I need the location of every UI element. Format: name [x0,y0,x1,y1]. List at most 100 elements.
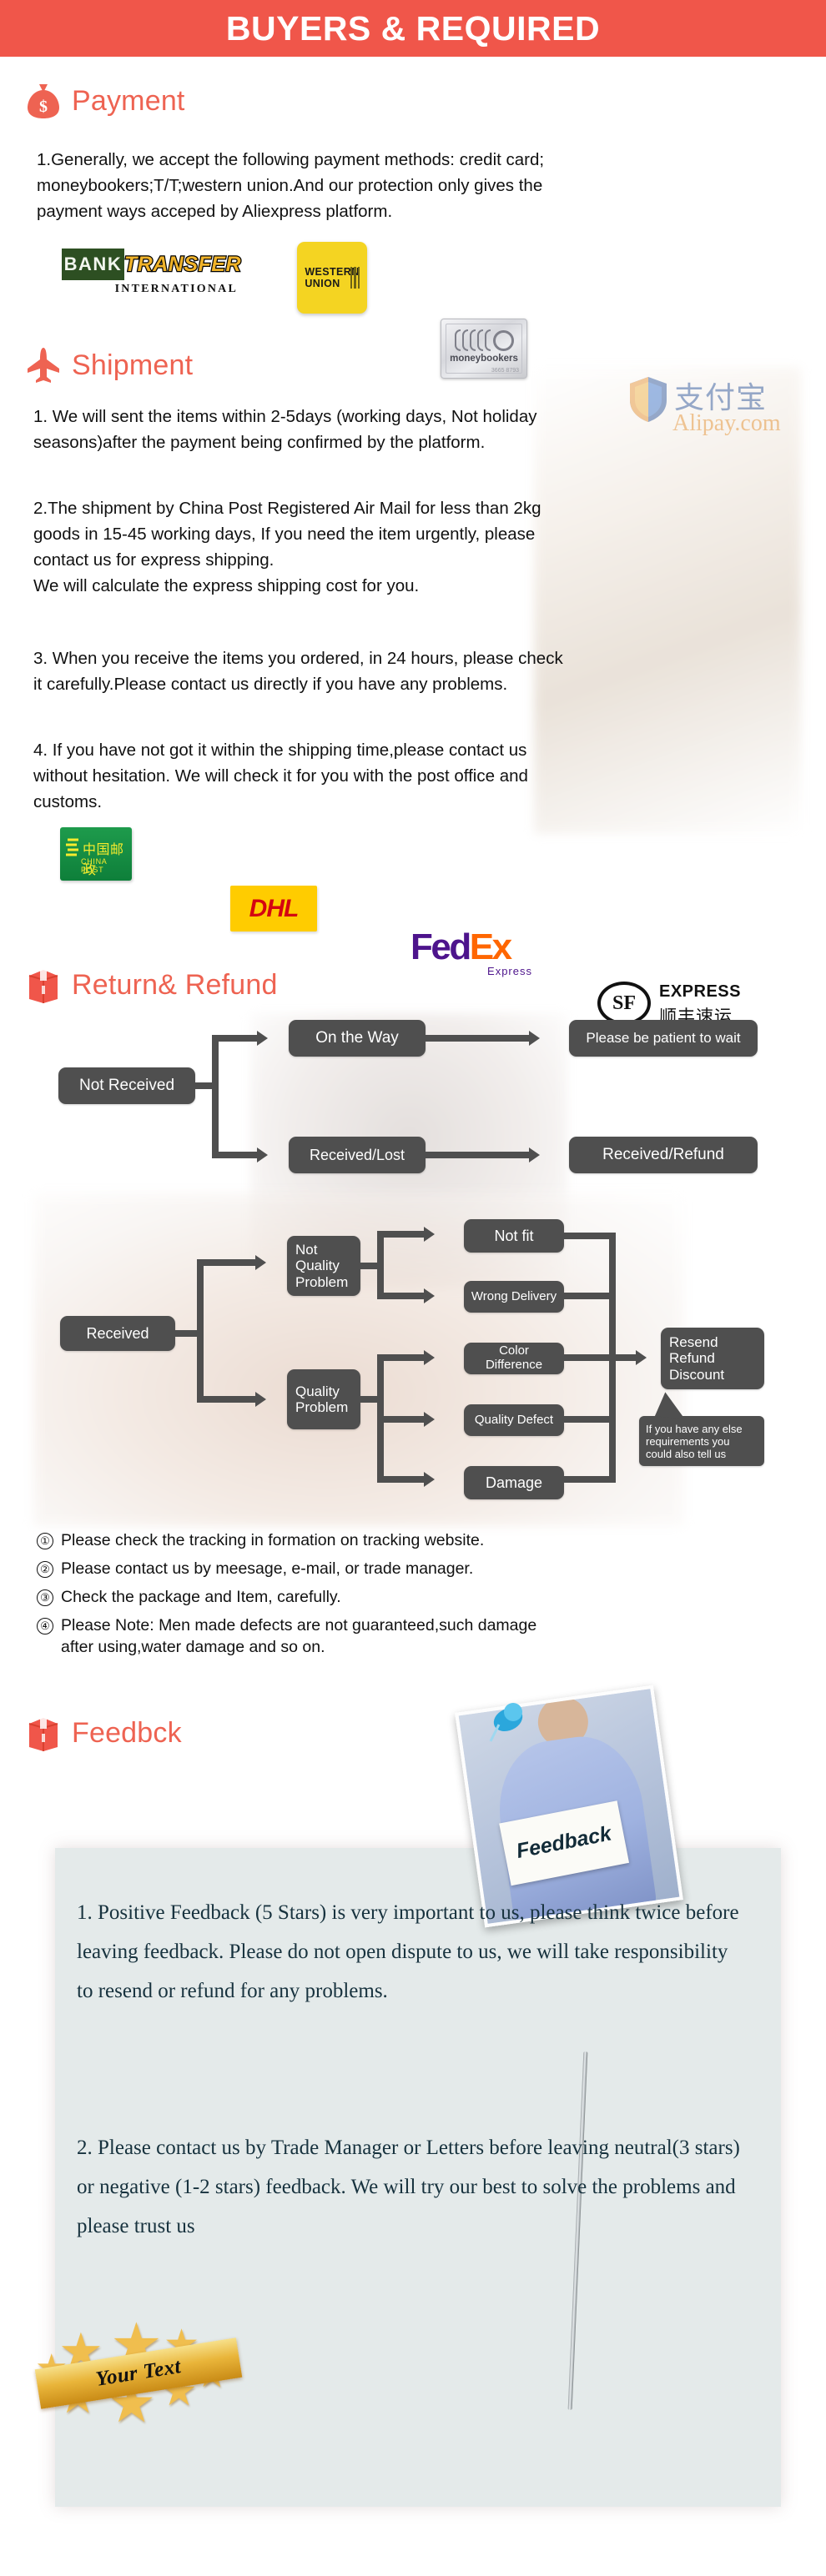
western-union-bars-icon [350,267,360,289]
callout-tail-icon [654,1391,687,1419]
arrow-icon [636,1350,647,1365]
connector [564,1293,616,1299]
fedex-ex-text: Ex [469,926,512,967]
flow-node-not-fit: Not fit [464,1219,564,1253]
arrow-icon [424,1288,435,1303]
flow-node-received: Received [60,1316,175,1351]
page-header-bar: BUYERS & REQUIRED [0,0,826,57]
flow-node-on-the-way: On the Way [289,1020,426,1057]
fedex-fed-text: Fed [410,926,471,967]
section-heading-payment: $ Payment [25,82,185,120]
feedback-sign-text: Feedback [515,1821,614,1864]
list-text: Please Note: Men made defects are not gu… [61,1616,537,1656]
connector [377,1233,384,1299]
flow-node-wrong-delivery: Wrong Delivery [464,1281,564,1313]
flow-node-quality-problem: Quality Problem [287,1369,360,1429]
connector [564,1233,616,1239]
flow-node-damage: Damage [464,1466,564,1499]
feedback-paragraph-2: 2. Please contact us by Trade Manager or… [77,2137,740,2237]
dhl-text: DHL [249,894,300,922]
shipment-para-2: 2.The shipment by China Post Registered … [33,499,541,595]
flowchart-not-received: Not Received On the Way Please be patien… [0,1013,826,1188]
list-number: ② [37,1561,53,1578]
sf-english-text: EXPRESS [659,982,741,1001]
money-bag-icon: $ [25,82,62,120]
badge-text: Your Text [93,2355,183,2391]
arrow-icon [257,1031,268,1046]
list-item: ① Please check the tracking in formation… [37,1529,804,1551]
bank-transfer-bank-label: BANK [62,249,124,280]
connector [212,1037,219,1155]
section-title-payment: Payment [72,84,185,117]
flow-node-please-be-patient: Please be patient to wait [569,1020,758,1057]
list-text: Please contact us by meesage, e-mail, or… [61,1559,474,1578]
connector [197,1259,257,1266]
arrow-icon [529,1147,540,1162]
section-title-shipment: Shipment [72,349,194,381]
connector [564,1476,616,1483]
connector [426,1035,531,1042]
flow-node-not-quality-problem: Not Quality Problem [287,1236,360,1296]
arrow-icon [424,1472,435,1487]
arrow-icon [424,1412,435,1427]
flow-callout-any-else-requirements: If you have any else requirements you co… [639,1416,764,1466]
buyers-required-infographic: BUYERS & REQUIRED $ Payment 1.Generally,… [0,0,826,2576]
sf-mark-text: SF [612,992,636,1014]
list-text: Please check the tracking in formation o… [61,1531,485,1549]
arrow-icon [257,1147,268,1162]
arrow-icon [424,1227,435,1242]
western-union-logo: WESTERN UNION [297,242,367,314]
list-item: ③ Check the package and Item, carefully. [37,1586,804,1608]
shipment-para-1: 1. We will sent the items within 2-5days… [33,407,537,452]
payment-logo-row: BANK TRANSFER INTERNATIONAL WESTERN UNIO… [0,240,826,436]
return-box-icon [25,966,62,1004]
connector [212,1035,259,1042]
bank-transfer-transfer-label: TRANSFER [123,249,242,280]
connector [212,1152,259,1158]
moneybookers-logo: moneybookers 3665 8793 [441,319,527,379]
payment-body-text: 1.Generally, we accept the following pay… [37,150,545,221]
connector [564,1354,616,1361]
bank-transfer-international-label: INTERNATIONAL [114,283,238,295]
fedex-sub-text: Express [487,965,532,977]
page-title: BUYERS & REQUIRED [225,8,601,48]
list-text: Check the package and Item, carefully. [61,1588,341,1606]
section-heading-shipment: Shipment [25,346,193,384]
section-heading-return-refund: Return& Refund [25,966,278,1004]
section-title-feedback: Feedbck [72,1716,182,1749]
china-post-mark-icon [66,838,78,856]
svg-text:$: $ [39,98,48,116]
shipment-para-3: 3. When you receive the items you ordere… [33,649,563,694]
arrow-icon [255,1392,266,1407]
bank-transfer-logo: BANK TRANSFER INTERNATIONAL [62,249,242,302]
feedback-box-icon [25,1714,62,1752]
connector [377,1354,426,1361]
connector [377,1293,426,1299]
gold-star-badge: ★ ★ ★ ★ ★ ★ ★ ★ Your Text [30,2315,247,2432]
fedex-logo: FedEx Express [410,926,544,978]
section-heading-feedback: Feedbck [25,1714,182,1752]
list-number: ① [37,1533,53,1549]
moneybookers-arcs-icon [455,329,491,351]
moneybookers-label: moneybookers [450,354,518,364]
flow-node-resend-refund-discount: Resend Refund Discount [661,1328,764,1389]
moneybookers-micro-text: 3665 8793 [491,368,519,374]
connector [377,1476,426,1483]
flowchart-received: Received Not Quality Problem Quality Pro… [0,1193,826,1543]
list-item: ④ Please Note: Men made defects are not … [37,1614,804,1658]
china-post-english: CHINA POST [81,857,108,874]
connector [426,1152,531,1158]
section-title-return-refund: Return& Refund [72,968,278,1001]
china-post-logo: 中国邮政 CHINA POST [60,827,132,881]
connector [197,1263,204,1403]
flow-node-quality-defect: Quality Defect [464,1404,564,1436]
arrow-icon [255,1255,266,1270]
connector [377,1231,426,1238]
flow-node-received-refund: Received/Refund [569,1137,758,1173]
feedback-paragraph-1: 1. Positive Feedback (5 Stars) is very i… [77,1901,739,2002]
flow-node-received-lost: Received/Lost [289,1137,426,1173]
arrow-icon [529,1031,540,1046]
arrow-icon [424,1350,435,1365]
connector [564,1416,616,1423]
push-pin-icon [487,1700,532,1745]
